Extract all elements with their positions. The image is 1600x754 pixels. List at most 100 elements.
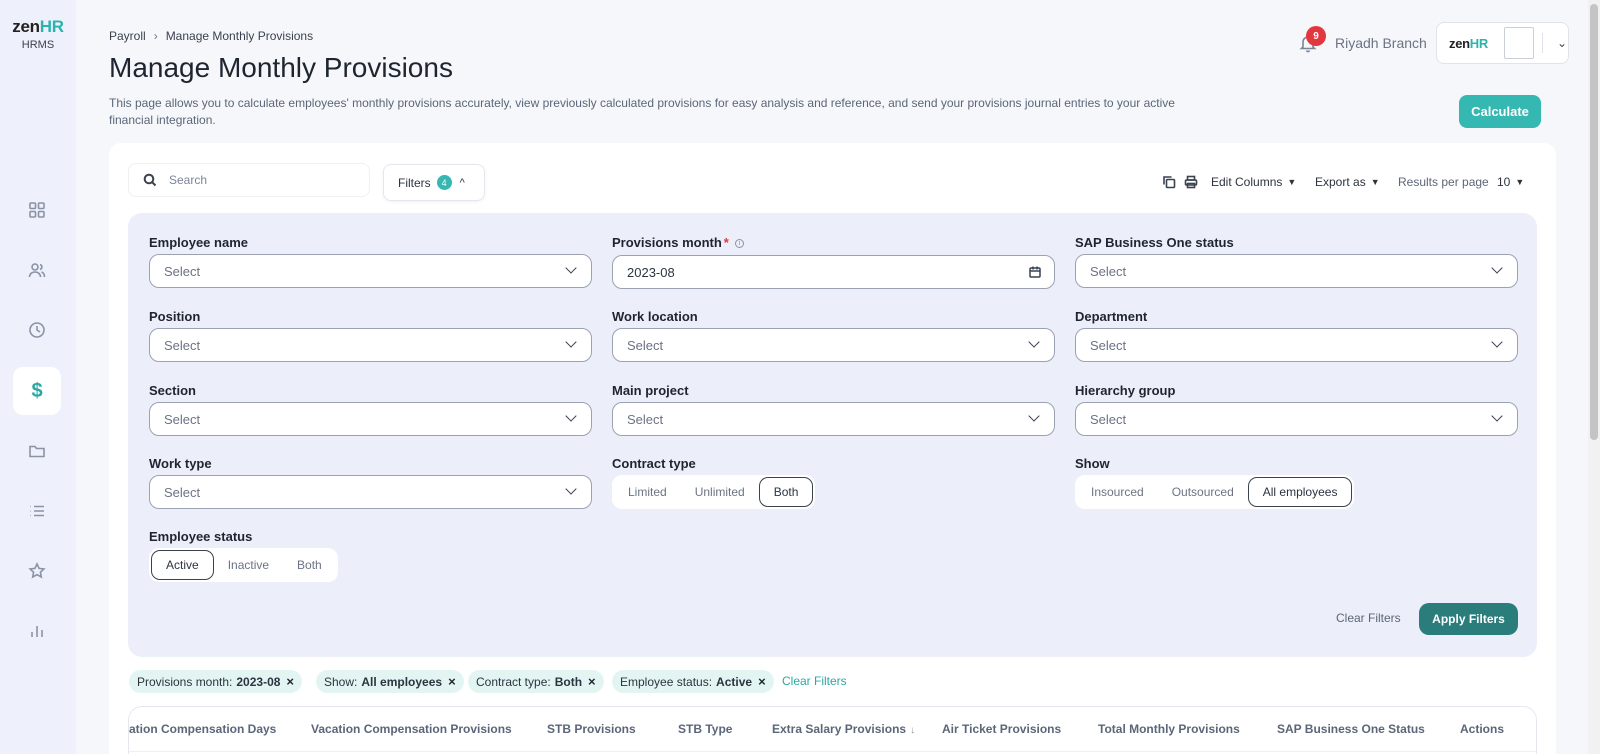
sidebar-item-employees[interactable] (13, 246, 61, 294)
contract-type-toggle: Limited Unlimited Both (612, 475, 816, 509)
chevron-down-icon: ▼ (1287, 177, 1297, 187)
scrollbar-thumb[interactable] (1590, 4, 1598, 440)
chevron-down-icon: ⌄ (1556, 36, 1568, 50)
contract-type-label: Contract type (612, 456, 696, 471)
column-header-sorted[interactable]: Extra Salary Provisions ↓ (772, 722, 915, 736)
department-select[interactable]: Select (1075, 328, 1518, 362)
sidebar-item-time[interactable] (13, 306, 61, 354)
select-placeholder: Select (164, 411, 201, 427)
chevron-down-icon (1028, 336, 1040, 348)
sidebar-item-documents[interactable] (13, 427, 61, 475)
select-placeholder: Select (1090, 411, 1127, 427)
position-label: Position (149, 309, 201, 324)
contract-type-both[interactable]: Both (758, 477, 814, 507)
column-header[interactable]: STB Type (678, 722, 732, 736)
contract-type-limited[interactable]: Limited (614, 477, 681, 507)
sidebar-item-reports[interactable] (13, 607, 61, 655)
work-type-select[interactable]: Select (149, 475, 592, 509)
edit-columns-dropdown[interactable]: Edit Columns ▼ (1211, 175, 1296, 189)
close-icon[interactable]: × (448, 674, 456, 689)
clear-filters-link[interactable]: Clear Filters (1336, 611, 1401, 625)
filters-toggle-button[interactable]: Filters 4 ^ (383, 164, 485, 201)
main-project-label: Main project (612, 383, 689, 398)
close-icon[interactable]: × (588, 674, 596, 689)
chip-employee-status: Employee status: Active × (612, 670, 774, 693)
show-all-employees[interactable]: All employees (1247, 477, 1353, 507)
employee-status-label: Employee status (149, 529, 253, 544)
clear-chips-link[interactable]: Clear Filters (782, 674, 847, 688)
sort-arrow-icon[interactable]: ↓ (910, 725, 915, 736)
column-header[interactable]: Vacation Compensation Provisions (311, 722, 512, 736)
select-placeholder: Select (164, 337, 201, 353)
employee-name-select[interactable]: Select (149, 254, 592, 288)
work-location-select[interactable]: Select (612, 328, 1055, 362)
apply-filters-button[interactable]: Apply Filters (1419, 603, 1518, 635)
main-project-select[interactable]: Select (612, 402, 1055, 436)
show-toggle: Insourced Outsourced All employees (1075, 475, 1355, 509)
filters-count-badge: 4 (436, 175, 452, 190)
column-header[interactable]: STB Provisions (547, 722, 636, 736)
sidebar-item-performance[interactable] (13, 547, 61, 595)
user-avatar (1503, 27, 1534, 59)
vertical-scrollbar[interactable] (1588, 0, 1600, 754)
company-switcher[interactable]: zenHR ⌄ (1436, 22, 1569, 64)
chevron-down-icon: ▼ (1515, 177, 1525, 187)
search-box[interactable] (128, 163, 370, 197)
search-input[interactable] (169, 173, 339, 187)
select-placeholder: Select (627, 337, 664, 353)
chevron-down-icon (565, 483, 577, 495)
breadcrumb-payroll[interactable]: Payroll (109, 29, 146, 43)
breadcrumb-current: Manage Monthly Provisions (165, 29, 314, 43)
close-icon[interactable]: × (286, 674, 294, 689)
close-icon[interactable]: × (758, 674, 766, 689)
employee-status-active[interactable]: Active (151, 550, 214, 580)
copy-icon (1163, 176, 1176, 189)
export-as-label: Export as (1315, 175, 1366, 189)
grid-icon (29, 202, 45, 218)
show-insourced[interactable]: Insourced (1077, 477, 1158, 507)
logo-accent: HR (39, 17, 64, 36)
section-select[interactable]: Select (149, 402, 592, 436)
position-select[interactable]: Select (149, 328, 592, 362)
provisions-month-value: 2023-08 (627, 264, 675, 280)
select-placeholder: Select (164, 263, 201, 279)
select-placeholder: Select (1090, 263, 1127, 279)
contract-type-unlimited[interactable]: Unlimited (681, 477, 759, 507)
section-label: Section (149, 383, 196, 398)
export-as-dropdown[interactable]: Export as ▼ (1315, 175, 1380, 189)
logo-subtitle: HRMS (21, 39, 55, 51)
folder-icon (29, 445, 45, 458)
branch-name[interactable]: Riyadh Branch (1335, 35, 1427, 51)
column-header[interactable]: Total Monthly Provisions (1098, 722, 1240, 736)
column-header[interactable]: ation Compensation Days (129, 722, 276, 736)
chevron-down-icon: ▼ (1370, 177, 1380, 187)
hierarchy-group-select[interactable]: Select (1075, 402, 1518, 436)
app-logo[interactable]: zenHR HRMS (0, 17, 76, 52)
chip-key: Contract type: (476, 674, 551, 689)
results-per-page-label: Results per page (1398, 175, 1489, 189)
chip-value: Both (554, 674, 583, 689)
print-button[interactable] (1184, 175, 1198, 189)
calculate-button[interactable]: Calculate (1459, 95, 1541, 128)
show-outsourced[interactable]: Outsourced (1158, 477, 1248, 507)
column-header[interactable]: Air Ticket Provisions (942, 722, 1061, 736)
employee-status-toggle: Active Inactive Both (149, 548, 338, 582)
employee-status-both[interactable]: Both (283, 550, 336, 580)
employee-status-inactive[interactable]: Inactive (214, 550, 283, 580)
info-icon[interactable]: i (734, 239, 744, 249)
breadcrumb: Payroll › Manage Monthly Provisions (109, 29, 313, 43)
sidebar-item-lists[interactable] (13, 487, 61, 535)
chevron-down-icon (565, 336, 577, 348)
company-logo: zenHR (1449, 35, 1488, 51)
column-header[interactable]: SAP Business One Status (1277, 722, 1425, 736)
sidebar-item-dashboard[interactable] (13, 186, 61, 234)
results-per-page-select[interactable]: 10 ▼ (1497, 175, 1524, 189)
sidebar-item-payroll[interactable]: $ (13, 367, 61, 415)
divider (1541, 33, 1543, 53)
copy-button[interactable] (1162, 175, 1176, 189)
page-description: This page allows you to calculate employ… (109, 96, 1175, 127)
dollar-icon: $ (31, 379, 43, 402)
chevron-down-icon (1028, 410, 1040, 422)
provisions-month-picker[interactable]: 2023-08 (612, 255, 1055, 289)
sap-status-select[interactable]: Select (1075, 254, 1518, 288)
